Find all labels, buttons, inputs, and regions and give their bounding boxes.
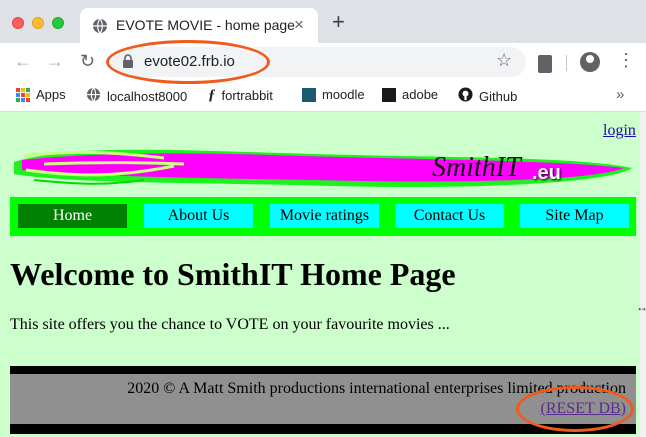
browser-tab[interactable]: EVOTE MOVIE - home page × (80, 8, 318, 43)
banner-brand-suffix: .eu (532, 162, 561, 184)
moodle-icon (302, 87, 316, 102)
bookmark-label: Github (479, 88, 518, 104)
tab-close-icon[interactable]: × (294, 15, 304, 35)
globe-icon (86, 87, 101, 105)
page-heading: Welcome to SmithIT Home Page (10, 256, 456, 292)
browser-toolbar: ← → ↻ evote02.frb.io ☆ ⋮ (0, 43, 646, 81)
bookmark-label: fortrabbit (221, 88, 273, 103)
bookmark-github[interactable]: Github (458, 87, 517, 105)
reload-button[interactable]: ↻ (80, 51, 95, 71)
url-text[interactable]: evote02.frb.io (144, 53, 235, 70)
nav-contact-us[interactable]: Contact Us (395, 204, 504, 228)
bookmark-apps[interactable]: Apps (16, 87, 66, 102)
bookmark-label: moodle (322, 87, 365, 102)
maximize-window-button[interactable] (52, 17, 64, 29)
nav-movie-ratings[interactable]: Movie ratings (270, 204, 379, 228)
footer-top-border (10, 366, 636, 374)
footer: 2020 © A Matt Smith productions internat… (10, 374, 636, 424)
bookmark-label: adobe (402, 87, 439, 102)
bookmarks-overflow-icon[interactable]: » (616, 86, 624, 103)
bookmark-moodle[interactable]: moodle (302, 87, 365, 102)
bookmark-fortrabbit[interactable]: ƒ fortrabbit (208, 87, 273, 104)
intro-text: This site offers you the chance to VOTE … (10, 316, 450, 333)
resize-cursor-icon: ↔ (636, 300, 646, 314)
globe-icon (92, 18, 108, 39)
extension-icon[interactable] (538, 55, 552, 73)
github-icon (458, 87, 473, 105)
bookmark-label: localhost8000 (107, 88, 188, 104)
main-nav-bar: Home About Us Movie ratings Contact Us S… (10, 197, 636, 236)
toolbar-divider (566, 55, 567, 71)
login-link[interactable]: login (603, 122, 636, 140)
bookmark-localhost8000[interactable]: localhost8000 (86, 87, 187, 105)
lock-icon[interactable] (122, 54, 134, 74)
minimize-window-button[interactable] (32, 17, 44, 29)
close-window-button[interactable] (12, 17, 24, 29)
back-button[interactable]: ← (14, 51, 32, 71)
nav-site-map[interactable]: Site Map (520, 204, 629, 228)
profile-avatar-icon[interactable] (580, 52, 600, 72)
footer-bottom-border (10, 424, 636, 434)
bookmark-adobe[interactable]: adobe (382, 87, 438, 102)
address-bar[interactable]: evote02.frb.io ☆ (110, 47, 526, 77)
nav-about-us[interactable]: About Us (144, 204, 253, 228)
bookmarks-bar: Apps localhost8000 ƒ fortrabbit moodle a… (0, 81, 646, 112)
adobe-icon (382, 87, 396, 102)
web-page: login SmithIT .eu Home About Us Movie ra… (0, 112, 640, 437)
apps-grid-icon (16, 87, 30, 102)
forward-button[interactable]: → (46, 51, 64, 71)
banner-brand-text: SmithIT (432, 152, 521, 183)
reset-db-link[interactable]: (RESET DB) (541, 400, 626, 418)
nav-home[interactable]: Home (18, 204, 127, 228)
browser-titlebar: EVOTE MOVIE - home page × + (0, 0, 646, 43)
page-scrollbar[interactable] (640, 112, 646, 437)
tab-title: EVOTE MOVIE - home page (116, 17, 295, 33)
menu-kebab-icon[interactable]: ⋮ (617, 51, 635, 69)
fortrabbit-icon: ƒ (208, 87, 216, 103)
new-tab-button[interactable]: + (332, 11, 345, 33)
bookmark-label: Apps (36, 87, 66, 102)
footer-copyright: 2020 © A Matt Smith productions internat… (127, 380, 626, 397)
bookmark-star-icon[interactable]: ☆ (496, 50, 512, 71)
